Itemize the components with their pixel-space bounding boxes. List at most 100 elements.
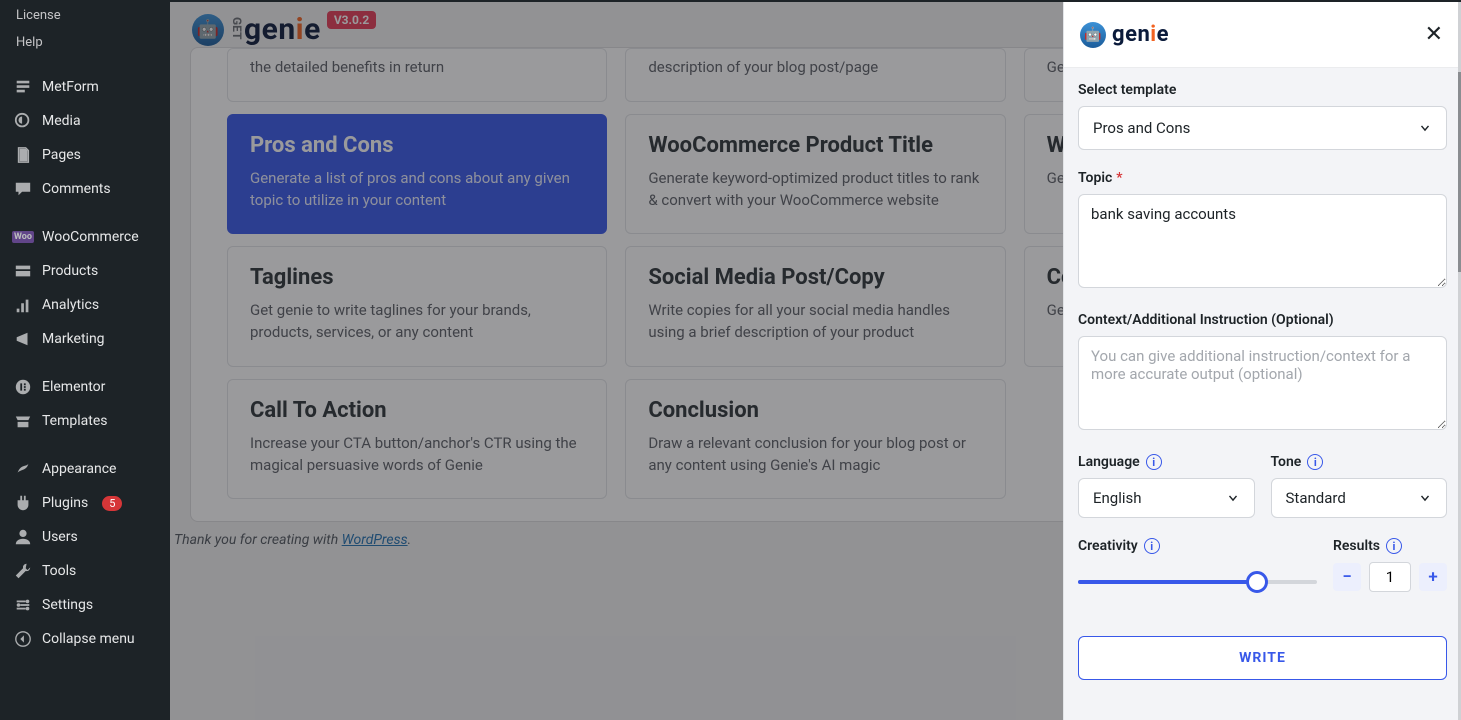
results-label: Resultsi — [1333, 538, 1447, 554]
sidebar-item-label: Analytics — [42, 297, 99, 313]
results-decrement[interactable]: − — [1333, 563, 1361, 591]
templates-icon — [14, 412, 32, 430]
sidebar-item-label: Tools — [42, 563, 76, 579]
template-card-pros-cons[interactable]: Pros and Cons Generate a list of pros an… — [227, 114, 607, 235]
pages-icon — [14, 146, 32, 164]
select-template-dropdown[interactable]: Pros and Cons — [1078, 106, 1447, 150]
template-card-woo-title[interactable]: WooCommerce Product Title Generate keywo… — [625, 114, 1005, 235]
getgenie-logo: 🤖 GETgenie V3.0.2 — [192, 12, 376, 47]
context-label: Context/Additional Instruction (Optional… — [1078, 312, 1447, 328]
version-badge: V3.0.2 — [327, 11, 376, 29]
results-increment[interactable]: + — [1419, 563, 1447, 591]
settings-icon — [14, 596, 32, 614]
sidebar-item-tools[interactable]: Tools — [0, 554, 170, 588]
plugins-icon — [14, 494, 32, 512]
sidebar-item-analytics[interactable]: Analytics — [0, 288, 170, 322]
sidebar-item-label: Media — [42, 113, 81, 129]
sidebar-item-label: Templates — [42, 413, 108, 429]
slider-thumb[interactable] — [1246, 571, 1268, 593]
sidebar-item-users[interactable]: Users — [0, 520, 170, 554]
wp-admin-sidebar: License Help MetForm Media Pages Comment… — [0, 2, 170, 720]
tools-icon — [14, 562, 32, 580]
sidebar-item-label: Marketing — [42, 331, 105, 347]
template-card-taglines[interactable]: Taglines Get genie to write taglines for… — [227, 246, 607, 367]
metform-icon — [14, 78, 32, 96]
sidebar-item-label: Pages — [42, 147, 81, 163]
sidebar-item-license[interactable]: License — [0, 2, 170, 29]
card-title: Taglines — [250, 265, 584, 290]
card-desc: Increase your CTA button/anchor's CTR us… — [250, 433, 584, 477]
template-card-social[interactable]: Social Media Post/Copy Write copies for … — [625, 246, 1005, 367]
card-title: Pros and Cons — [250, 133, 584, 158]
wordpress-link[interactable]: WordPress — [342, 532, 408, 548]
sidebar-item-media[interactable]: Media — [0, 104, 170, 138]
chevron-down-icon — [1418, 491, 1432, 505]
template-card-conclusion[interactable]: Conclusion Draw a relevant conclusion fo… — [625, 379, 1005, 500]
card-desc: Get genie to write taglines for your bra… — [250, 300, 584, 344]
sidebar-item-label: Plugins — [42, 495, 88, 511]
card-desc: Generate a list of pros and cons about a… — [250, 168, 584, 212]
appearance-icon — [14, 460, 32, 478]
sidebar-item-label: Comments — [42, 181, 111, 197]
sidebar-item-label: Products — [42, 263, 98, 279]
collapse-icon — [14, 630, 32, 648]
products-icon — [14, 262, 32, 280]
info-icon[interactable]: i — [1146, 454, 1162, 470]
creativity-label: Creativityi — [1078, 538, 1317, 554]
card-desc: Write copies for all your social media h… — [648, 300, 982, 344]
sidebar-item-pages[interactable]: Pages — [0, 138, 170, 172]
sidebar-item-woocommerce[interactable]: Woo WooCommerce — [0, 220, 170, 254]
results-input[interactable] — [1369, 562, 1411, 592]
sidebar-item-appearance[interactable]: Appearance — [0, 452, 170, 486]
sidebar-item-products[interactable]: Products — [0, 254, 170, 288]
write-button[interactable]: WRITE — [1078, 636, 1447, 680]
template-card-cta[interactable]: Call To Action Increase your CTA button/… — [227, 379, 607, 500]
sidebar-item-label: WooCommerce — [42, 229, 139, 245]
plugins-update-badge: 5 — [102, 496, 122, 511]
topic-input[interactable] — [1078, 194, 1447, 288]
chevron-down-icon — [1226, 491, 1240, 505]
analytics-icon — [14, 296, 32, 314]
sidebar-item-label: MetForm — [42, 79, 99, 95]
card-title: WooCommerce Product Title — [648, 133, 982, 158]
select-template-label: Select template — [1078, 82, 1447, 98]
card-title: Social Media Post/Copy — [648, 265, 982, 290]
tone-dropdown[interactable]: Standard — [1271, 478, 1448, 518]
chevron-down-icon — [1418, 121, 1432, 135]
info-icon[interactable]: i — [1144, 538, 1160, 554]
sidebar-item-metform[interactable]: MetForm — [0, 70, 170, 104]
genie-side-panel: 🤖 genie ✕ Select template Pros and Cons … — [1063, 2, 1461, 720]
sidebar-item-plugins[interactable]: Plugins 5 — [0, 486, 170, 520]
info-icon[interactable]: i — [1307, 454, 1323, 470]
sidebar-item-label: Users — [42, 529, 78, 545]
elementor-icon — [14, 378, 32, 396]
card-desc: Generate keyword-optimized product title… — [648, 168, 982, 212]
marketing-icon — [14, 330, 32, 348]
comments-icon — [14, 180, 32, 198]
info-icon[interactable]: i — [1386, 538, 1402, 554]
sidebar-item-label: Settings — [42, 597, 93, 613]
sidebar-item-elementor[interactable]: Elementor — [0, 370, 170, 404]
users-icon — [14, 528, 32, 546]
topic-label: Topic * — [1078, 170, 1447, 186]
sidebar-item-label: Elementor — [42, 379, 105, 395]
sidebar-item-templates[interactable]: Templates — [0, 404, 170, 438]
media-icon — [14, 112, 32, 130]
sidebar-item-comments[interactable]: Comments — [0, 172, 170, 206]
sidebar-item-marketing[interactable]: Marketing — [0, 322, 170, 356]
woo-icon: Woo — [14, 228, 32, 246]
sidebar-item-label: Collapse menu — [42, 631, 135, 647]
template-card[interactable]: description of your blog post/page — [625, 48, 1005, 102]
sidebar-item-help[interactable]: Help — [0, 29, 170, 56]
sidebar-collapse[interactable]: Collapse menu — [0, 622, 170, 656]
creativity-slider[interactable] — [1078, 580, 1317, 584]
template-card[interactable]: the detailed benefits in return — [227, 48, 607, 102]
sidebar-item-label: Appearance — [42, 461, 116, 477]
language-label: Languagei — [1078, 454, 1255, 470]
context-input[interactable] — [1078, 336, 1447, 430]
card-desc: Draw a relevant conclusion for your blog… — [648, 433, 982, 477]
close-icon[interactable]: ✕ — [1425, 22, 1443, 47]
card-title: Call To Action — [250, 398, 584, 423]
sidebar-item-settings[interactable]: Settings — [0, 588, 170, 622]
language-dropdown[interactable]: English — [1078, 478, 1255, 518]
